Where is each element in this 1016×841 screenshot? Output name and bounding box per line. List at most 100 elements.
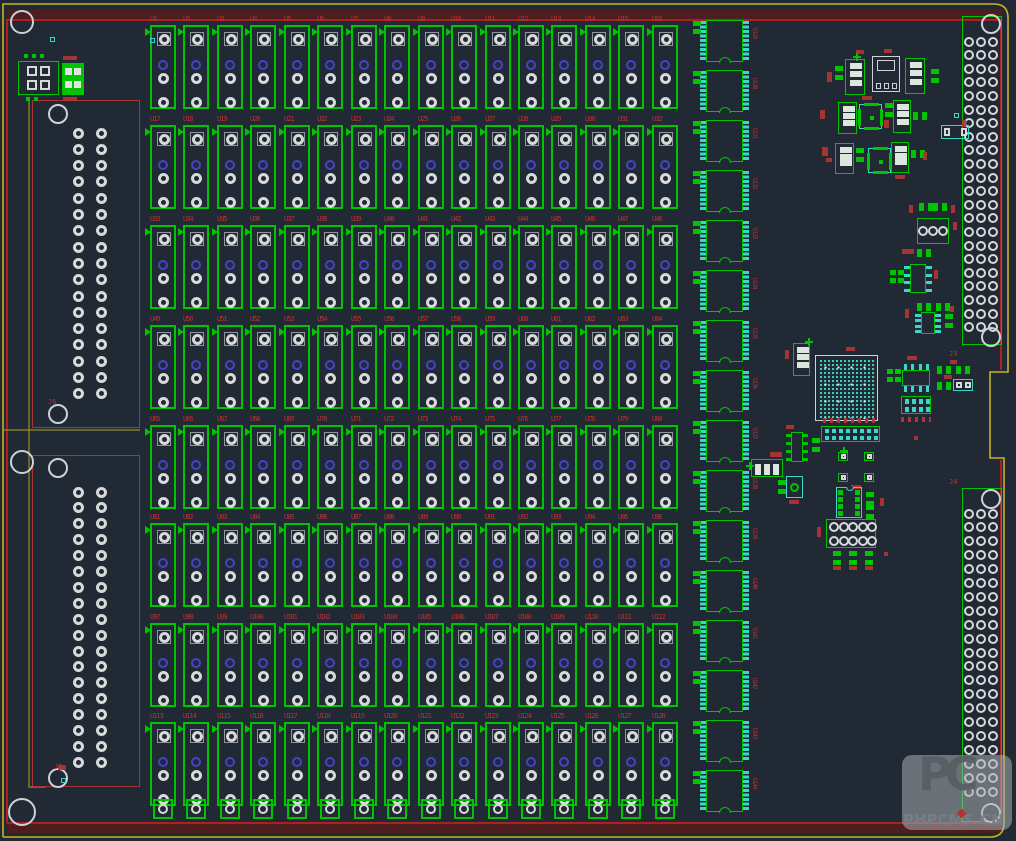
- relay-component[interactable]: [250, 125, 276, 209]
- relay-component[interactable]: [183, 25, 209, 109]
- relay-component[interactable]: [250, 25, 276, 109]
- relay-component[interactable]: [250, 623, 276, 707]
- relay-component[interactable]: [384, 722, 410, 806]
- pin-header[interactable]: [821, 426, 880, 442]
- relay-component[interactable]: [518, 523, 544, 607]
- relay-component[interactable]: [150, 623, 176, 707]
- relay-component[interactable]: [451, 722, 477, 806]
- transistor[interactable]: [751, 459, 783, 477]
- relay-component[interactable]: [317, 325, 343, 409]
- relay-component[interactable]: [384, 325, 410, 409]
- soic-ic[interactable]: [700, 370, 750, 414]
- relay-component[interactable]: [551, 623, 577, 707]
- relay-component[interactable]: [150, 225, 176, 309]
- relay-component[interactable]: [652, 125, 678, 209]
- chip-capacitor[interactable]: [835, 66, 843, 80]
- relay-component[interactable]: [317, 425, 343, 509]
- soic-ic[interactable]: [700, 270, 750, 314]
- relay-component[interactable]: [284, 623, 310, 707]
- relay-component[interactable]: [384, 523, 410, 607]
- soic-ic[interactable]: [700, 70, 750, 114]
- relay-component[interactable]: [183, 125, 209, 209]
- relay-component[interactable]: [485, 523, 511, 607]
- soic-ic[interactable]: [700, 720, 750, 764]
- relay-component[interactable]: [585, 425, 611, 509]
- chip-capacitor[interactable]: [917, 303, 931, 311]
- relay-component[interactable]: [485, 425, 511, 509]
- relay-component[interactable]: [518, 225, 544, 309]
- chip-capacitor[interactable]: [956, 366, 970, 374]
- soic-ic[interactable]: [700, 20, 750, 64]
- relay-component[interactable]: [317, 225, 343, 309]
- relay-component[interactable]: [451, 25, 477, 109]
- relay-component[interactable]: [150, 325, 176, 409]
- power-transistor[interactable]: [872, 56, 900, 92]
- relay-component[interactable]: [585, 125, 611, 209]
- relay-component[interactable]: [351, 523, 377, 607]
- soic-ic[interactable]: [700, 520, 750, 564]
- relay-component[interactable]: [485, 225, 511, 309]
- relay-component[interactable]: [485, 125, 511, 209]
- relay-component[interactable]: [217, 523, 243, 607]
- pad-array[interactable]: [890, 270, 904, 283]
- relay-component[interactable]: [217, 623, 243, 707]
- relay-component[interactable]: [351, 225, 377, 309]
- soic-ic[interactable]: [700, 420, 750, 464]
- relay-component[interactable]: [485, 325, 511, 409]
- relay-component[interactable]: [618, 325, 644, 409]
- relay-component[interactable]: [618, 125, 644, 209]
- dip8-socket[interactable]: [836, 487, 862, 518]
- relay-component[interactable]: [351, 325, 377, 409]
- relay-component[interactable]: [551, 25, 577, 109]
- chip-capacitor[interactable]: [933, 203, 947, 211]
- relay-component[interactable]: [183, 425, 209, 509]
- relay-component[interactable]: [250, 325, 276, 409]
- sot23-transistor[interactable]: [835, 143, 854, 174]
- relay-component[interactable]: [652, 325, 678, 409]
- chip-capacitor[interactable]: [913, 112, 927, 120]
- soic-ic[interactable]: [700, 220, 750, 264]
- pad-array[interactable]: [887, 369, 901, 382]
- chip-capacitor[interactable]: [937, 366, 951, 374]
- relay-component[interactable]: [652, 523, 678, 607]
- relay-component[interactable]: [284, 225, 310, 309]
- relay-component[interactable]: [317, 623, 343, 707]
- sot23-transistor[interactable]: [891, 142, 909, 173]
- relay-component[interactable]: [183, 325, 209, 409]
- chip-capacitor[interactable]: [937, 382, 951, 390]
- soic8-ic[interactable]: [902, 364, 930, 392]
- relay-component[interactable]: [585, 225, 611, 309]
- relay-component[interactable]: [618, 722, 644, 806]
- relay-component[interactable]: [652, 722, 678, 806]
- relay-component[interactable]: [183, 722, 209, 806]
- relay-component[interactable]: [485, 722, 511, 806]
- chip-resistor[interactable]: [941, 125, 969, 139]
- chip-capacitor[interactable]: [885, 103, 893, 117]
- jumper-block[interactable]: [18, 61, 59, 95]
- relay-component[interactable]: [418, 25, 444, 109]
- chip-capacitor[interactable]: [812, 438, 820, 452]
- relay-component[interactable]: [451, 225, 477, 309]
- relay-component[interactable]: [384, 425, 410, 509]
- relay-component[interactable]: [150, 425, 176, 509]
- relay-component[interactable]: [284, 722, 310, 806]
- relay-component[interactable]: [351, 722, 377, 806]
- chip-capacitor[interactable]: [931, 69, 939, 83]
- chip-capacitor[interactable]: [866, 505, 874, 519]
- sot23-transistor[interactable]: [845, 59, 865, 95]
- relay-component[interactable]: [451, 425, 477, 509]
- qfn-ic[interactable]: [868, 148, 891, 173]
- chip-capacitor[interactable]: [856, 148, 864, 162]
- soic-ic[interactable]: [700, 570, 750, 614]
- relay-component[interactable]: [585, 523, 611, 607]
- relay-component[interactable]: [418, 722, 444, 806]
- soic8-ic[interactable]: [786, 432, 808, 462]
- relay-component[interactable]: [351, 425, 377, 509]
- relay-component[interactable]: [384, 623, 410, 707]
- relay-component[interactable]: [384, 225, 410, 309]
- relay-component[interactable]: [551, 125, 577, 209]
- chip-capacitor[interactable]: [778, 480, 786, 494]
- relay-component[interactable]: [250, 722, 276, 806]
- relay-component[interactable]: [284, 25, 310, 109]
- relay-component[interactable]: [551, 225, 577, 309]
